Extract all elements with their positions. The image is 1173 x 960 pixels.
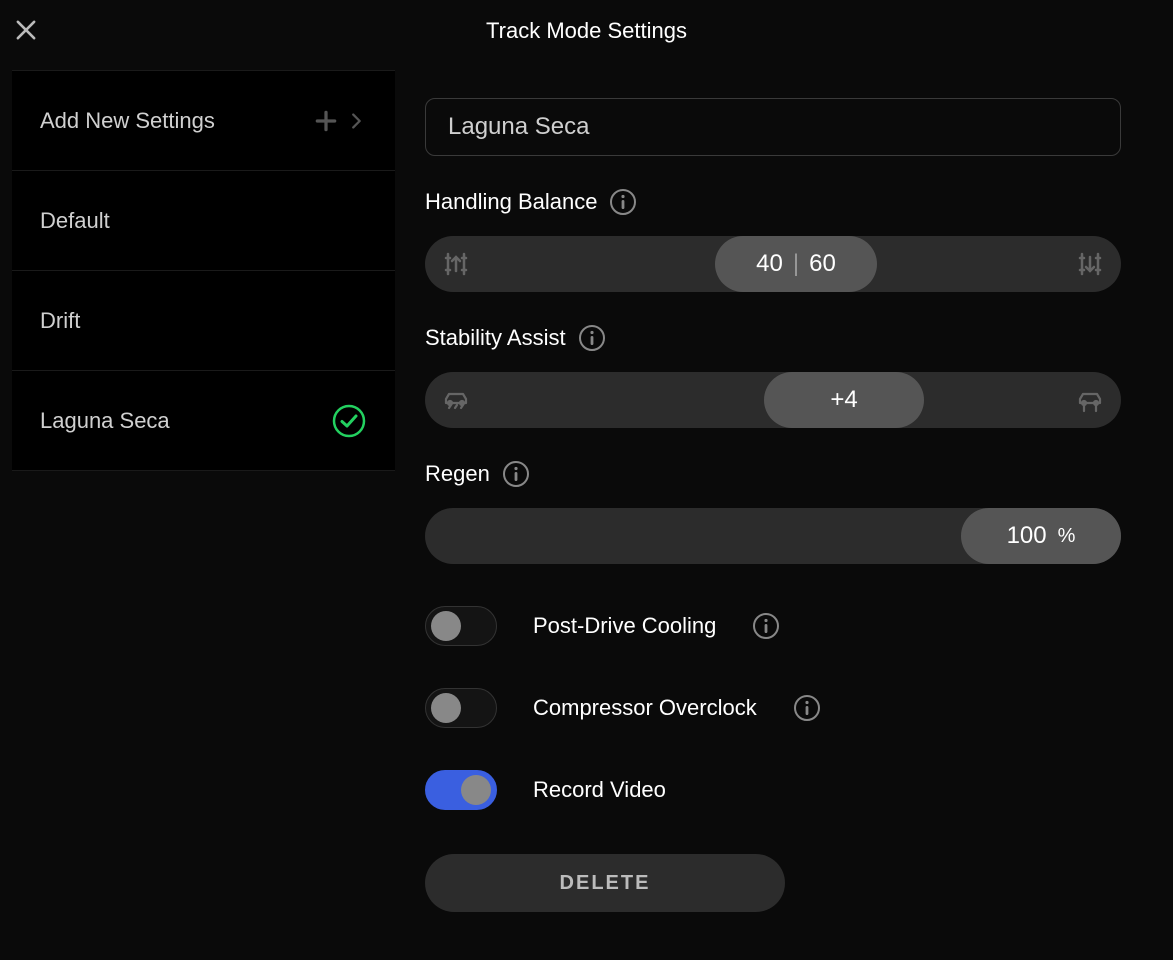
info-icon [793,694,821,722]
handling-front-value: 40 [756,250,783,278]
compressor-overclock-toggle[interactable] [425,688,497,728]
handling-balance-label: Handling Balance [425,189,597,215]
handling-balance-info-button[interactable] [609,188,637,216]
profile-label: Laguna Seca [40,408,170,434]
regen-slider[interactable]: 100% [425,508,1121,564]
post-drive-cooling-label: Post-Drive Cooling [533,613,716,639]
chevron-right-icon [345,110,367,132]
compressor-overclock-info-button[interactable] [793,694,821,722]
plus-icon [313,108,339,134]
regen-info-button[interactable] [502,460,530,488]
post-drive-cooling-toggle[interactable] [425,606,497,646]
info-icon [609,188,637,216]
compressor-overclock-row: Compressor Overclock [425,688,1121,728]
profile-item-drift[interactable]: Drift [12,271,395,371]
add-label: Add New Settings [40,108,215,134]
info-icon [752,612,780,640]
handling-rear-value: 60 [809,250,836,278]
add-new-settings-button[interactable]: Add New Settings [12,71,395,171]
record-video-toggle[interactable] [425,770,497,810]
record-video-label: Record Video [533,777,666,803]
stability-value: +4 [830,386,857,414]
profile-label: Default [40,208,110,234]
post-drive-cooling-info-button[interactable] [752,612,780,640]
handling-balance-thumb[interactable]: 40 | 60 [715,236,877,292]
divider: | [793,250,799,278]
post-drive-cooling-row: Post-Drive Cooling [425,606,1121,646]
delete-button[interactable]: DELETE [425,854,785,912]
regen-label: Regen [425,461,490,487]
profile-label: Drift [40,308,80,334]
profile-item-laguna-seca[interactable]: Laguna Seca [12,371,395,471]
stability-off-icon [439,383,473,417]
regen-unit: % [1058,525,1076,548]
stability-on-icon [1073,383,1107,417]
active-check-icon [331,403,367,439]
close-button[interactable] [12,16,40,44]
info-icon [502,460,530,488]
record-video-row: Record Video [425,770,1121,810]
bias-rear-icon [1073,247,1107,281]
regen-value: 100 [1007,522,1047,550]
bias-front-icon [439,247,473,281]
regen-thumb[interactable]: 100% [961,508,1121,564]
profile-name-input[interactable] [425,98,1121,156]
close-icon [12,16,40,44]
handling-balance-slider[interactable]: 40 | 60 [425,236,1121,292]
stability-assist-thumb[interactable]: +4 [764,372,924,428]
compressor-overclock-label: Compressor Overclock [533,695,757,721]
sidebar: Add New Settings Default Drift Laguna Se… [0,0,395,960]
settings-panel: Handling Balance 40 | 60 [395,0,1173,960]
stability-assist-label: Stability Assist [425,325,566,351]
info-icon [578,324,606,352]
profile-item-default[interactable]: Default [12,171,395,271]
stability-assist-slider[interactable]: +4 [425,372,1121,428]
stability-assist-info-button[interactable] [578,324,606,352]
